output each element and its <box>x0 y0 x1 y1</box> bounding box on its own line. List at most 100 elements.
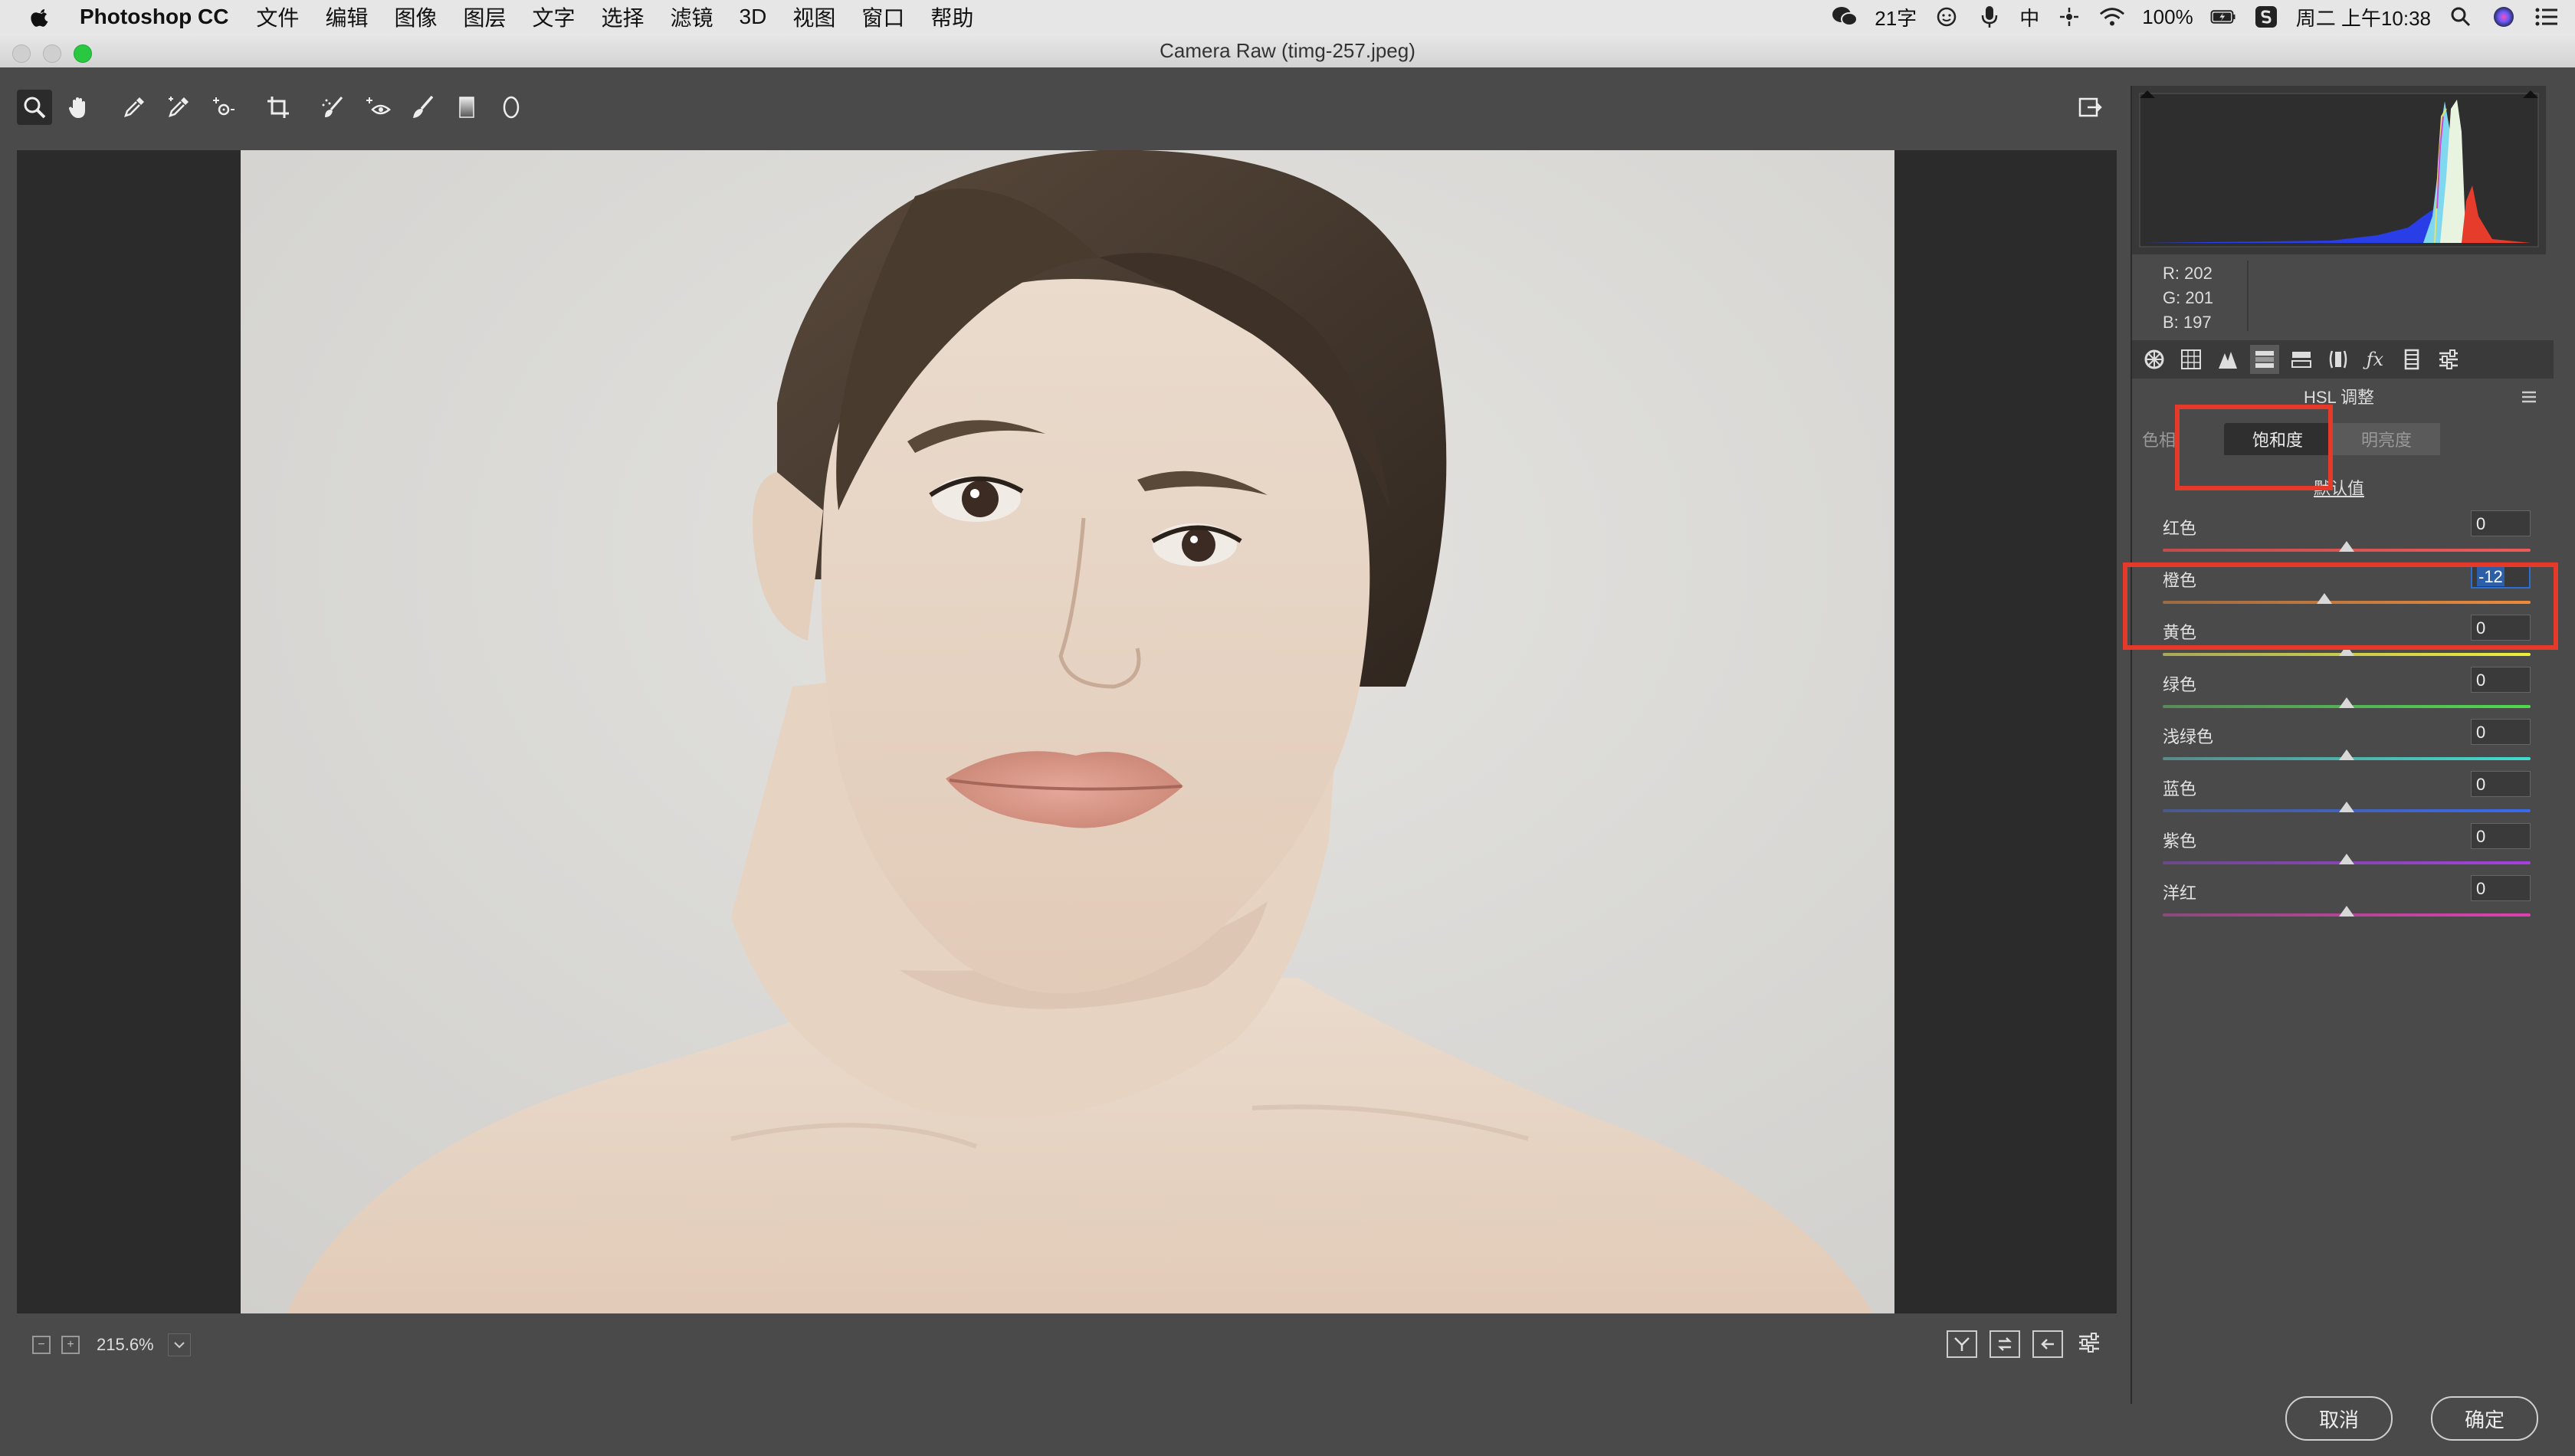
minimize-window-button[interactable] <box>43 44 61 63</box>
zoom-out-button[interactable]: − <box>32 1336 51 1354</box>
hand-icon <box>68 97 85 118</box>
copy-settings-button[interactable] <box>2032 1330 2063 1358</box>
spotlight-search-icon[interactable] <box>2448 4 2474 30</box>
siri-icon[interactable] <box>2491 4 2517 30</box>
adjustment-panel: R: 202 G: 201 B: 197 ƒx HSL 调整 色相 饱和度 明亮… <box>2131 86 2561 1404</box>
slider-value-field[interactable]: 0 <box>2471 667 2531 693</box>
photo-preview <box>241 150 1894 1313</box>
detail-icon[interactable] <box>2213 345 2242 374</box>
slider-row: 紫色 0 <box>2163 823 2531 880</box>
crop-tool[interactable] <box>261 90 296 125</box>
slider-thumb[interactable] <box>2339 906 2354 917</box>
presets-icon[interactable] <box>2434 345 2463 374</box>
spot-removal-tool[interactable] <box>316 90 351 125</box>
preview-preferences-button[interactable] <box>2075 1330 2103 1355</box>
battery-percent[interactable]: 100% <box>2142 5 2193 29</box>
slider-thumb[interactable] <box>2339 697 2354 708</box>
highlight-box-tab <box>2175 405 2333 490</box>
slider-value-field[interactable]: 0 <box>2471 823 2531 849</box>
slider-row: 绿色 0 <box>2163 667 2531 723</box>
notification-center-icon[interactable] <box>2534 4 2560 30</box>
menu-3d[interactable]: 3D <box>740 5 767 29</box>
menu-file[interactable]: 文件 <box>256 2 299 32</box>
arrow-left-icon <box>2041 1339 2054 1349</box>
slider-row: 洋红 0 <box>2163 875 2531 932</box>
tone-curve-icon[interactable] <box>2176 345 2206 374</box>
basic-panel-icon[interactable] <box>2140 345 2169 374</box>
slider-value-field[interactable]: 0 <box>2471 510 2531 536</box>
radial-filter-tool[interactable] <box>494 90 529 125</box>
wifi-icon[interactable] <box>2099 4 2125 30</box>
zoom-tool[interactable] <box>17 90 52 125</box>
crop-icon <box>267 97 289 118</box>
white-balance-tool[interactable] <box>116 90 152 125</box>
sogou-icon[interactable] <box>2253 4 2279 30</box>
menu-type[interactable]: 文字 <box>532 2 575 32</box>
camera-calibration-icon[interactable] <box>2397 345 2426 374</box>
effects-icon[interactable]: ƒx <box>2360 345 2390 374</box>
histogram-chart <box>2139 90 2539 248</box>
radial-filter-icon <box>503 96 520 119</box>
swap-settings-button[interactable] <box>1989 1330 2020 1358</box>
input-settings-icon[interactable] <box>2056 4 2082 30</box>
slider-label: 洋红 <box>2163 884 2197 903</box>
rgb-readout: R: 202 G: 201 B: 197 <box>2132 261 2546 334</box>
tab-luminance[interactable]: 明亮度 <box>2333 423 2440 455</box>
sliders-icon <box>2079 1333 2099 1353</box>
zoom-window-button[interactable] <box>74 44 92 63</box>
input-count[interactable]: 21字 <box>1875 3 1917 31</box>
wechat-icon[interactable] <box>1832 4 1858 30</box>
split-toning-icon[interactable] <box>2287 345 2316 374</box>
color-sampler-tool[interactable] <box>161 90 196 125</box>
slider-thumb[interactable] <box>2339 854 2354 864</box>
hand-tool[interactable] <box>61 90 97 125</box>
color-sampler-icon <box>169 97 189 117</box>
slider-value-field[interactable]: 0 <box>2471 771 2531 797</box>
menu-select[interactable]: 选择 <box>602 2 645 32</box>
swap-icon <box>1997 1337 2012 1351</box>
menu-window[interactable]: 窗口 <box>861 2 904 32</box>
adjustment-brush-tool[interactable] <box>405 90 440 125</box>
hsl-panel-icon[interactable] <box>2250 345 2279 374</box>
app-name[interactable]: Photoshop CC <box>80 5 228 29</box>
panel-menu-icon[interactable] <box>2520 388 2538 406</box>
microphone-icon[interactable] <box>1976 4 2003 30</box>
brush-icon <box>413 95 434 118</box>
zoom-in-button[interactable]: + <box>61 1336 80 1354</box>
red-eye-tool[interactable] <box>360 90 395 125</box>
menu-filter[interactable]: 滤镜 <box>671 2 713 32</box>
ok-button[interactable]: 确定 <box>2431 1396 2538 1441</box>
preview-canvas[interactable] <box>17 150 2117 1313</box>
smiley-icon[interactable] <box>1934 4 1960 30</box>
targeted-adjustment-tool[interactable] <box>205 90 241 125</box>
before-after-view-button[interactable] <box>1947 1330 1977 1358</box>
slider-thumb[interactable] <box>2339 749 2354 760</box>
portrait-image <box>241 150 1894 1313</box>
histogram <box>2132 86 2546 254</box>
open-preferences-button[interactable] <box>2072 90 2108 125</box>
menu-layer[interactable]: 图层 <box>463 2 506 32</box>
slider-label: 紫色 <box>2163 831 2197 851</box>
slider-value: 0 <box>2476 775 2486 794</box>
menu-view[interactable]: 视图 <box>792 2 835 32</box>
menu-edit[interactable]: 编辑 <box>325 2 368 32</box>
graduated-filter-tool[interactable] <box>449 90 484 125</box>
apple-icon[interactable] <box>29 5 52 28</box>
slider-thumb[interactable] <box>2339 541 2354 552</box>
slider-thumb[interactable] <box>2339 802 2354 812</box>
battery-icon[interactable] <box>2210 4 2236 30</box>
menu-help[interactable]: 帮助 <box>930 2 973 32</box>
ime-indicator[interactable]: 中 <box>2019 3 2039 31</box>
slider-value: 0 <box>2476 879 2486 898</box>
menu-image[interactable]: 图像 <box>394 2 437 32</box>
clock[interactable]: 周二 上午10:38 <box>2296 3 2431 31</box>
cancel-button[interactable]: 取消 <box>2285 1396 2393 1441</box>
lens-corrections-icon[interactable] <box>2324 345 2353 374</box>
slider-value-field[interactable]: 0 <box>2471 875 2531 901</box>
slider-value: 0 <box>2476 671 2486 690</box>
close-window-button[interactable] <box>12 44 31 63</box>
slider-value: 0 <box>2476 723 2486 742</box>
gradient-filter-icon <box>459 97 474 118</box>
slider-value-field[interactable]: 0 <box>2471 719 2531 745</box>
zoom-dropdown[interactable] <box>167 1333 191 1356</box>
